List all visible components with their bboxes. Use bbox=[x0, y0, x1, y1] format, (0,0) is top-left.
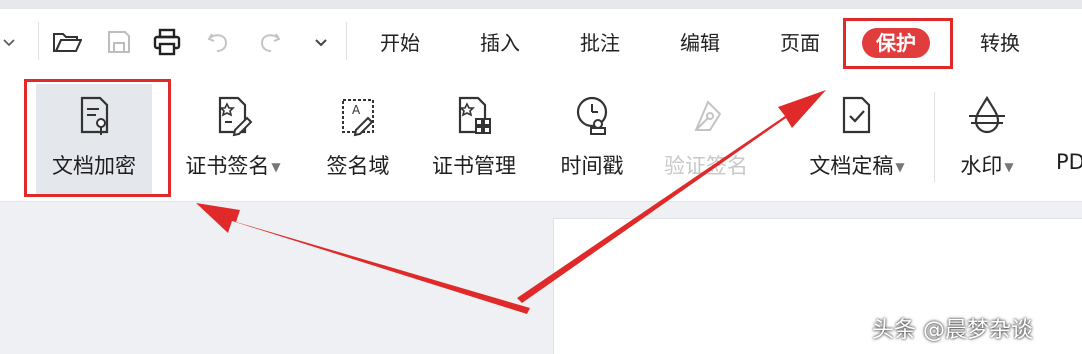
certificate-sign-button[interactable]: 证书签名 ▼ bbox=[170, 84, 296, 194]
protect-tab-highlight-box bbox=[843, 18, 953, 69]
document-finalize-button[interactable]: 文档定稿 ▼ bbox=[792, 84, 922, 194]
dropdown-caret-icon[interactable]: ▼ bbox=[895, 160, 904, 174]
print-icon[interactable] bbox=[152, 26, 182, 58]
tab-insert[interactable]: 插入 bbox=[480, 28, 520, 58]
ribbon-separator bbox=[934, 92, 935, 182]
certificate-manage-button[interactable]: 证书管理 bbox=[420, 84, 528, 194]
dropdown-caret-icon[interactable]: ▼ bbox=[1004, 160, 1013, 174]
certificate-manage-icon bbox=[458, 96, 491, 134]
more-dropdown-icon[interactable] bbox=[306, 26, 336, 58]
document-finalize-label: 文档定稿 bbox=[809, 154, 894, 178]
svg-text:A: A bbox=[352, 103, 361, 117]
open-folder-icon[interactable] bbox=[52, 26, 82, 58]
signature-field-button[interactable]: A 签名域 bbox=[310, 84, 406, 194]
window-top-strip bbox=[0, 0, 1082, 9]
save-icon[interactable] bbox=[104, 26, 134, 58]
watermark-button[interactable]: 水印 ▼ bbox=[944, 84, 1030, 194]
certificate-sign-label: 证书签名 bbox=[185, 154, 270, 178]
signature-field-label: 签名域 bbox=[326, 154, 390, 178]
toolbar-separator bbox=[346, 22, 347, 60]
certificate-sign-icon bbox=[218, 96, 253, 137]
tab-edit[interactable]: 编辑 bbox=[680, 28, 720, 58]
tab-convert[interactable]: 转换 bbox=[980, 28, 1020, 58]
watermark-icon bbox=[969, 95, 1005, 134]
document-finalize-icon bbox=[842, 96, 871, 134]
timestamp-icon bbox=[576, 96, 608, 135]
pdf-tool-button[interactable]: PD bbox=[1048, 84, 1082, 194]
certificate-manage-label: 证书管理 bbox=[432, 154, 516, 178]
verify-signature-icon bbox=[694, 100, 722, 131]
verify-signature-button[interactable]: 验证签名 bbox=[652, 84, 760, 194]
encrypt-highlight-box bbox=[24, 79, 171, 197]
dropdown-caret-icon[interactable]: ▼ bbox=[271, 160, 280, 174]
toolbar-separator bbox=[38, 22, 39, 60]
verify-signature-label: 验证签名 bbox=[664, 154, 748, 178]
signature-field-icon: A bbox=[342, 99, 374, 137]
watermark-label: 水印 bbox=[960, 154, 1003, 178]
watermark-text: 头条 @晨梦杂谈 bbox=[872, 318, 1033, 343]
timestamp-button[interactable]: 时间戳 bbox=[546, 84, 638, 194]
timestamp-label: 时间戳 bbox=[560, 154, 624, 178]
redo-icon[interactable] bbox=[254, 26, 284, 58]
undo-icon[interactable] bbox=[204, 26, 234, 58]
chevron-down-icon[interactable] bbox=[0, 26, 24, 58]
tab-start[interactable]: 开始 bbox=[380, 28, 420, 58]
pdf-tool-label: PD bbox=[1056, 150, 1082, 174]
tab-page[interactable]: 页面 bbox=[780, 28, 820, 58]
tab-comment[interactable]: 批注 bbox=[580, 28, 620, 58]
